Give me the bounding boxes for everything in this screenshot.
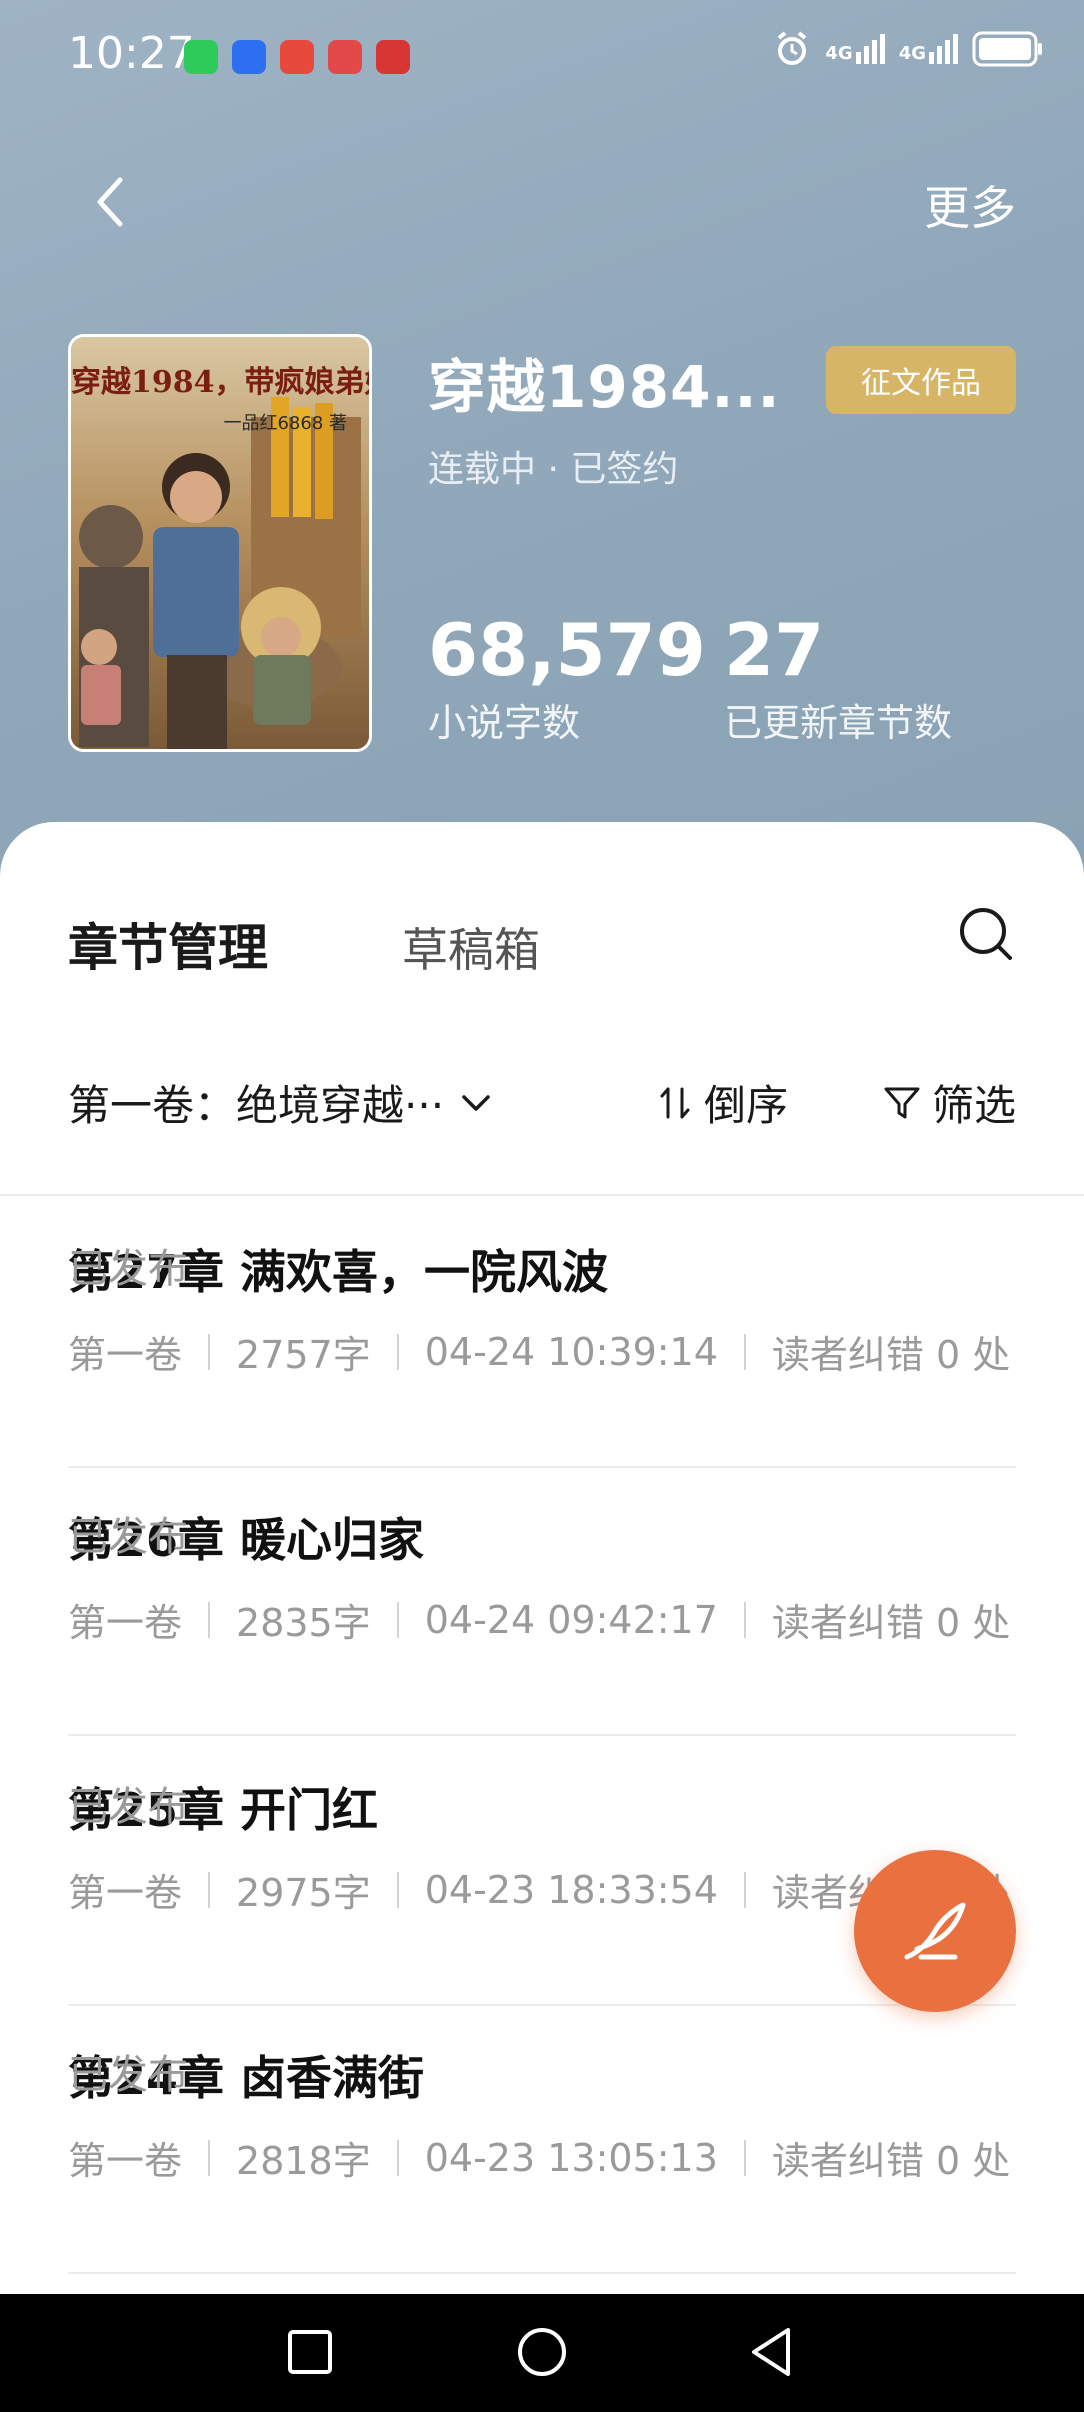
system-icons: 4G 4G xyxy=(773,30,1044,68)
chapter-volume: 第一卷 xyxy=(68,2139,183,2183)
chapter-errata: 读者纠错 0 处 xyxy=(771,1333,1011,1377)
quill-pen-icon xyxy=(904,1902,966,1960)
chapter-count-value: 27 xyxy=(724,608,825,692)
volume-selector[interactable]: 第一卷：绝境穿越··· xyxy=(68,1072,494,1133)
chapter-row[interactable]: 第26章 暖心归家 已发布 第一卷 2835字 04-24 09:42:17 读… xyxy=(68,1468,1016,1736)
chapter-volume: 第一卷 xyxy=(68,1333,183,1377)
row-divider xyxy=(68,1734,1016,1736)
recent-apps-icon[interactable] xyxy=(278,2320,342,2384)
system-nav-bar xyxy=(0,2294,1084,2412)
search-icon[interactable] xyxy=(956,904,1016,964)
tab-chapter-management[interactable]: 章节管理 xyxy=(68,908,268,980)
chapter-words: 2757字 xyxy=(236,1333,371,1377)
book-app-icon xyxy=(280,40,314,74)
chapter-row[interactable]: 第24章 卤香满街 已发布 第一卷 2818字 04-23 13:05:13 读… xyxy=(68,2006,1016,2274)
battery-icon xyxy=(972,31,1042,67)
book-title: 穿越1984... xyxy=(428,353,781,421)
wechat-icon xyxy=(184,40,218,74)
chapter-info: 第一卷 2818字 04-23 13:05:13 读者纠错 0 处 xyxy=(68,2130,1010,2185)
chapter-info: 第一卷 2757字 04-24 10:39:14 读者纠错 0 处 xyxy=(68,1324,1010,1379)
chapter-words: 2975字 xyxy=(236,1871,371,1915)
chapter-info: 第一卷 2835字 04-24 09:42:17 读者纠错 0 处 xyxy=(68,1592,1010,1647)
write-chapter-button[interactable] xyxy=(854,1850,1016,2012)
volume-selector-label: 第一卷：绝境穿越··· xyxy=(68,1081,445,1130)
chevron-down-icon xyxy=(462,1094,490,1111)
chapter-status: 已发布 xyxy=(68,1514,188,1560)
signal-icon: 4G xyxy=(825,34,885,64)
chapter-status: 已发布 xyxy=(68,2052,188,2098)
chapter-row[interactable]: 第27章 满欢喜，一院风波 已发布 第一卷 2757字 04-24 10:39:… xyxy=(68,1200,1016,1468)
status-bar: 10:27 4G 4G xyxy=(0,0,1084,110)
home-icon[interactable] xyxy=(510,2320,574,2384)
chapter-time: 04-23 13:05:13 xyxy=(424,2135,718,2180)
chapter-time: 04-24 09:42:17 xyxy=(424,1597,718,1642)
tab-drafts[interactable]: 草稿箱 xyxy=(402,914,540,980)
chapter-errata: 读者纠错 0 处 xyxy=(771,2139,1011,2183)
chapter-time: 04-23 18:33:54 xyxy=(424,1867,718,1912)
row-divider xyxy=(68,2272,1016,2274)
chapter-volume: 第一卷 xyxy=(68,1871,183,1915)
book-cover[interactable]: 穿越1984，带疯娘弟妹逆 一品红6868 著 xyxy=(68,334,372,752)
chapter-errata: 读者纠错 0 处 xyxy=(771,1601,1011,1645)
signal-icon-2: 4G xyxy=(899,34,958,64)
bulb-app-icon xyxy=(232,40,266,74)
toolbar-divider xyxy=(0,1194,1084,1196)
back-nav-icon[interactable] xyxy=(740,2320,804,2384)
cover-title: 穿越1984，带疯娘弟妹逆 xyxy=(71,365,369,400)
chapter-count-label: 已更新章节数 xyxy=(724,701,953,745)
sort-icon xyxy=(660,1087,690,1118)
word-count-value: 68,579 xyxy=(428,608,706,692)
back-arrow-icon[interactable] xyxy=(84,172,144,232)
chapter-words: 2835字 xyxy=(236,1601,371,1645)
filter-button[interactable]: 筛选 xyxy=(882,1072,1016,1133)
chapter-words: 2818字 xyxy=(236,2139,371,2183)
book-meta: 连载中 · 已签约 xyxy=(428,449,679,490)
chapter-status: 已发布 xyxy=(68,1246,188,1292)
cover-author: 一品红6868 著 xyxy=(223,413,347,434)
more-button[interactable]: 更多 xyxy=(924,172,1016,238)
chapter-time: 04-24 10:39:14 xyxy=(424,1329,718,1374)
sort-button[interactable]: 倒序 xyxy=(656,1072,788,1133)
status-time: 10:27 xyxy=(68,28,195,79)
word-count-label: 小说字数 xyxy=(428,701,581,745)
chapter-volume: 第一卷 xyxy=(68,1601,183,1645)
filter-label: 筛选 xyxy=(931,1081,1016,1130)
heart-app-icon xyxy=(376,40,410,74)
alarm-icon xyxy=(778,31,807,65)
huawei-app-icon xyxy=(328,40,362,74)
sort-label: 倒序 xyxy=(704,1081,789,1130)
filter-icon xyxy=(884,1087,920,1118)
chapter-status: 已发布 xyxy=(68,1784,188,1830)
contest-badge: 征文作品 xyxy=(826,346,1016,414)
